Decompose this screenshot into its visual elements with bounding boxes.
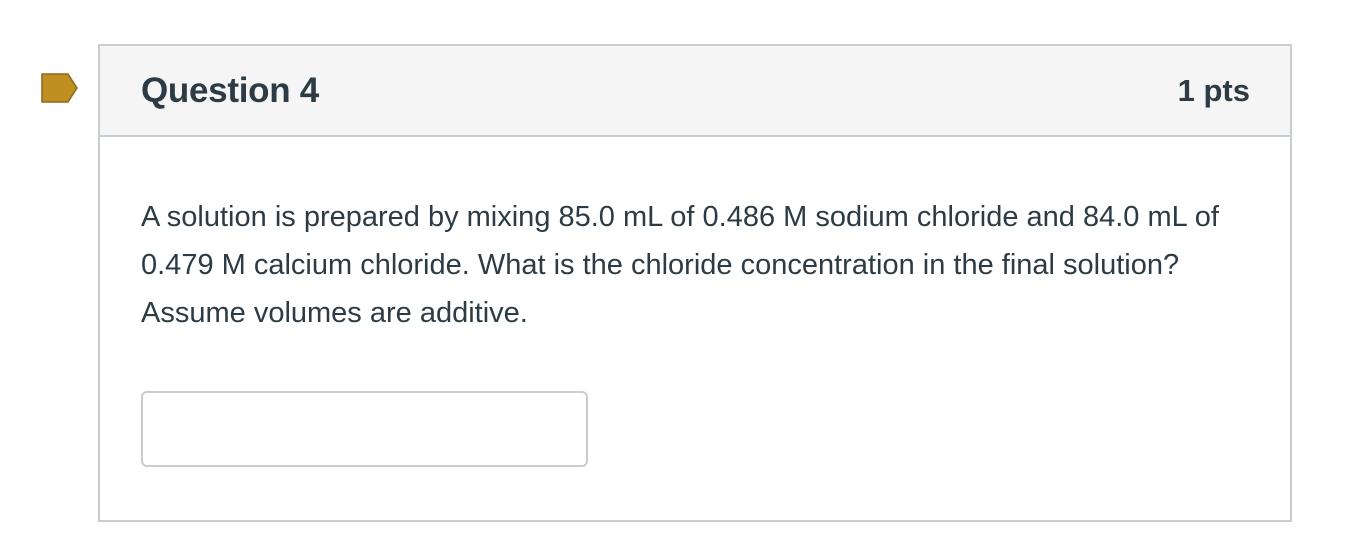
question-body: A solution is prepared by mixing 85.0 mL… [100, 137, 1290, 467]
question-points: 1 pts [1177, 72, 1250, 108]
question-header: Question 4 1 pts [100, 46, 1290, 137]
bookmark-flag-icon[interactable] [40, 72, 79, 104]
question-title: Question 4 [141, 70, 319, 110]
question-text: A solution is prepared by mixing 85.0 mL… [141, 201, 1219, 329]
quiz-page: Question 4 1 pts A solution is prepared … [0, 0, 1350, 552]
question-card: Question 4 1 pts A solution is prepared … [98, 44, 1292, 522]
answer-input[interactable] [141, 391, 588, 467]
